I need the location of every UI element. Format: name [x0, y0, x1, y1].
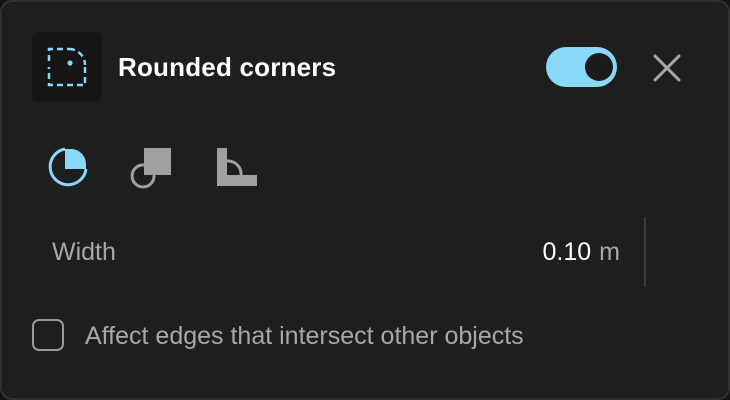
width-unit: m: [599, 238, 620, 266]
width-label: Width: [52, 238, 116, 266]
divider: [644, 217, 646, 287]
rounded-corners-toggle[interactable]: [546, 47, 617, 87]
width-value: 0.10: [542, 238, 592, 266]
inner-round-corner-style-icon: [217, 148, 257, 186]
affect-edges-checkbox[interactable]: [32, 319, 64, 351]
affect-edges-label[interactable]: Affect edges that intersect other object…: [85, 322, 524, 351]
rounded-corner-icon: [32, 32, 102, 102]
inner-round-corner-style-button[interactable]: [214, 145, 258, 189]
panel-title: Rounded corners: [118, 52, 337, 82]
chamfer-corner-style-icon: [130, 148, 171, 189]
toggle-knob: [585, 53, 613, 81]
width-input[interactable]: 0.10 m: [543, 238, 621, 267]
chamfer-corner-style-button[interactable]: [130, 145, 174, 189]
round-corner-style-icon: [48, 147, 88, 187]
round-corner-style-button[interactable]: [46, 145, 90, 189]
close-icon: [653, 54, 681, 82]
rounded-corners-panel: Rounded corners Width 0.10 m Affect edges…: [0, 0, 730, 400]
close-button[interactable]: [649, 50, 685, 86]
